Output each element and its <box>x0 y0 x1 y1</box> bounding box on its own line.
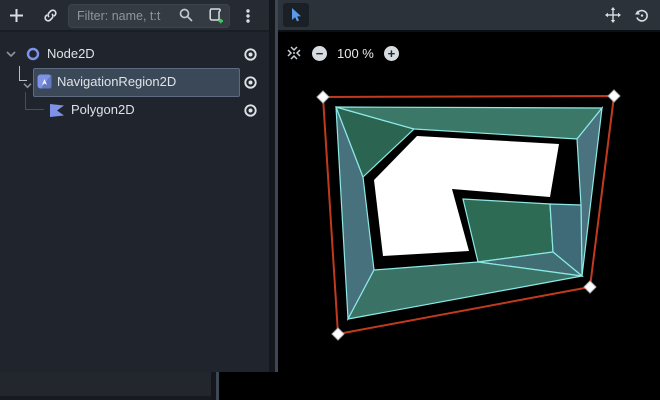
zoom-out-button[interactable]: − <box>312 46 327 61</box>
add-node-button[interactable] <box>4 4 28 27</box>
move-tool-button[interactable] <box>600 3 626 27</box>
scene-dock-toolbar <box>0 0 269 32</box>
tree-row-navigation-region[interactable]: NavigationRegion2D <box>0 70 262 94</box>
chevron-down-icon[interactable] <box>23 82 32 89</box>
bottom-dock-edge <box>0 396 211 400</box>
zoom-level[interactable]: 100 % <box>337 46 374 61</box>
visibility-icon <box>243 103 258 118</box>
visibility-toggle-navigation-region[interactable] <box>240 73 260 91</box>
rotate-icon <box>634 7 650 23</box>
godot-editor-window: { "scene_dock": { "toolbar": { "filter_p… <box>0 0 660 400</box>
instance-scene-icon <box>42 7 59 24</box>
polygon2d-icon <box>49 103 65 118</box>
viewport-border <box>275 0 278 372</box>
center-view-icon[interactable] <box>286 45 302 61</box>
search-icon <box>178 7 194 23</box>
visibility-toggle-node2d[interactable] <box>240 45 260 63</box>
zoom-in-button[interactable]: + <box>384 46 399 61</box>
tree-branch-guide <box>19 66 27 81</box>
node-label: Node2D <box>47 46 95 61</box>
visibility-toggle-polygon2d[interactable] <box>240 101 260 119</box>
canvas-toolbar <box>278 0 660 32</box>
attach-script-icon <box>207 7 224 24</box>
node-label: Polygon2D <box>71 102 135 117</box>
node-label: NavigationRegion2D <box>57 74 176 89</box>
node2d-circle-icon <box>26 47 40 61</box>
visibility-icon <box>243 75 258 90</box>
tree-row-node2d[interactable]: Node2D <box>0 42 262 66</box>
rotate-tool-button[interactable] <box>629 3 655 27</box>
tree-branch-guide <box>25 92 44 110</box>
add-node-icon <box>8 7 25 24</box>
select-tool-button[interactable] <box>283 3 309 27</box>
scene-dock: Node2D NavigationRegion2D <box>0 0 269 372</box>
scene-dock-menu-button[interactable] <box>236 4 260 27</box>
viewport-border <box>216 372 219 400</box>
navmesh-polygon <box>463 199 553 262</box>
navigation-region-icon <box>37 74 52 89</box>
chevron-down-icon[interactable] <box>6 50 16 58</box>
tree-row-polygon2d[interactable]: Polygon2D <box>0 98 262 122</box>
viewport-zoom-overlay: − 100 % + <box>286 44 399 62</box>
kebab-menu-icon <box>240 8 256 24</box>
attach-script-button[interactable] <box>203 4 227 27</box>
instance-scene-button[interactable] <box>38 4 62 27</box>
move-icon <box>605 7 621 23</box>
visibility-icon <box>243 47 258 62</box>
select-arrow-icon <box>288 7 304 23</box>
